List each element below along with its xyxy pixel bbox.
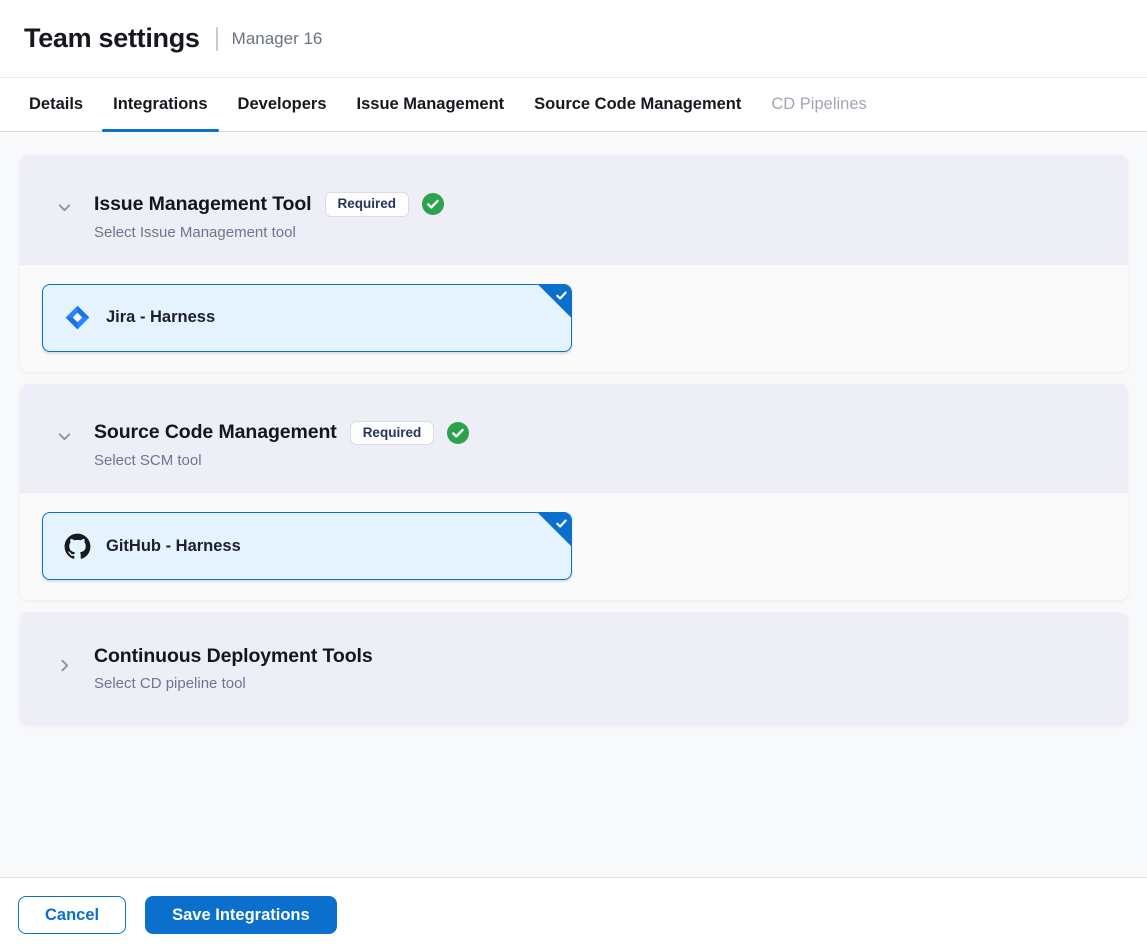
option-jira-harness[interactable]: Jira - Harness <box>42 284 572 352</box>
section-scm-header[interactable]: Source Code Management Required Select S… <box>20 384 1128 494</box>
tab-details[interactable]: Details <box>14 78 98 131</box>
required-badge: Required <box>325 192 410 217</box>
option-github-harness[interactable]: GitHub - Harness <box>42 512 572 580</box>
tab-developers[interactable]: Developers <box>223 78 342 131</box>
footer-action-bar: Cancel Save Integrations <box>0 877 1147 952</box>
section-issue-management-tool: Issue Management Tool Required Select Is… <box>20 155 1128 372</box>
selected-checkmark-icon <box>537 284 572 319</box>
integrations-panel: Issue Management Tool Required Select Is… <box>0 132 1147 877</box>
section-source-code-management: Source Code Management Required Select S… <box>20 384 1128 601</box>
page-subtitle: Manager 16 <box>232 29 323 49</box>
tabs-bar: Details Integrations Developers Issue Ma… <box>0 78 1147 132</box>
jira-icon <box>64 304 91 331</box>
section-issue-management-header[interactable]: Issue Management Tool Required Select Is… <box>20 155 1128 265</box>
section-subtitle: Select Issue Management tool <box>94 224 1104 241</box>
section-cd-header[interactable]: Continuous Deployment Tools Select CD pi… <box>20 612 1128 725</box>
section-title: Issue Management Tool <box>94 193 312 216</box>
required-badge: Required <box>350 421 435 446</box>
tab-integrations[interactable]: Integrations <box>98 78 222 131</box>
section-title: Continuous Deployment Tools <box>94 645 373 668</box>
title-separator <box>216 27 218 51</box>
section-continuous-deployment-tools: Continuous Deployment Tools Select CD pi… <box>20 612 1128 725</box>
save-integrations-button[interactable]: Save Integrations <box>145 896 337 934</box>
check-circle-icon <box>422 193 444 215</box>
cancel-button[interactable]: Cancel <box>18 896 126 934</box>
tab-source-code-management[interactable]: Source Code Management <box>519 78 756 131</box>
check-circle-icon <box>447 422 469 444</box>
section-title: Source Code Management <box>94 421 337 444</box>
page-header: Team settings Manager 16 <box>0 0 1147 78</box>
chevron-down-icon <box>56 428 94 450</box>
section-scm-body: GitHub - Harness <box>20 493 1128 600</box>
tab-issue-management[interactable]: Issue Management <box>342 78 520 131</box>
option-label: Jira - Harness <box>106 308 215 327</box>
section-issue-management-body: Jira - Harness <box>20 265 1128 372</box>
selected-checkmark-icon <box>537 512 572 547</box>
section-subtitle: Select CD pipeline tool <box>94 675 1104 692</box>
github-icon <box>64 533 91 560</box>
page-title: Team settings <box>24 23 200 54</box>
chevron-right-icon <box>56 657 94 679</box>
chevron-down-icon <box>56 199 94 221</box>
option-label: GitHub - Harness <box>106 537 241 556</box>
tab-cd-pipelines[interactable]: CD Pipelines <box>756 78 881 131</box>
section-subtitle: Select SCM tool <box>94 452 1104 469</box>
